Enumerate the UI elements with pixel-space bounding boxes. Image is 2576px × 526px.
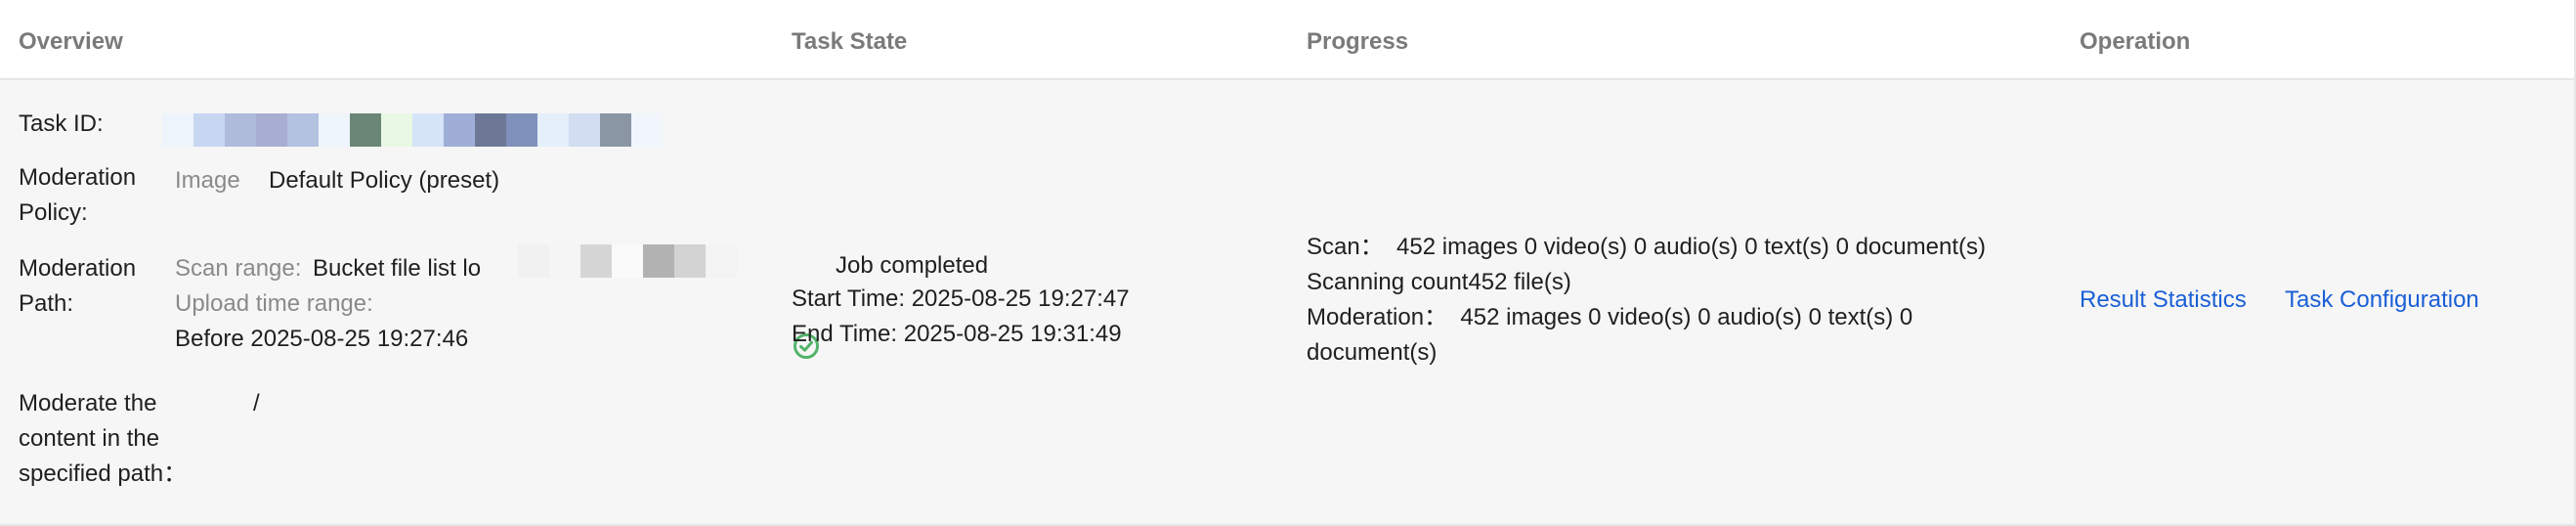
scan-summary: Scan： 452 images 0 video(s) 0 audio(s) 0…: [1307, 234, 1986, 260]
result-statistics-link[interactable]: Result Statistics: [2080, 285, 2247, 315]
task-configuration-link[interactable]: Task Configuration: [2285, 285, 2479, 315]
moderation-policy-label: Moderation: [19, 164, 137, 191]
moderation-policy-label-cont: Policy:: [19, 199, 88, 226]
task-id-redacted: [162, 113, 663, 147]
bucket-name-redacted: [518, 244, 737, 278]
column-header-operation: Operation: [2080, 28, 2191, 55]
start-time: Start Time: 2025-08-25 19:27:47: [792, 285, 1130, 312]
specified-path-label-cont2: specified path：: [19, 460, 188, 487]
upload-time-range-label: Upload time range:: [175, 290, 373, 317]
table-row: Task ID: Moderation Policy: Image Defaul…: [0, 80, 2574, 524]
column-header-progress: Progress: [1307, 28, 1409, 55]
scan-range-value: Bucket file list lo: [313, 255, 482, 282]
moderation-summary: Moderation： 452 images 0 video(s) 0 audi…: [1307, 304, 1913, 330]
table-header: Overview Task State Progress Operation: [0, 0, 2574, 80]
specified-path-label-cont: content in the: [19, 425, 160, 452]
policy-name: Default Policy (preset): [269, 167, 500, 194]
scanning-count: Scanning count452 file(s): [1307, 269, 1571, 295]
task-table: Overview Task State Progress Operation T…: [0, 0, 2576, 526]
moderation-summary-cont: document(s): [1307, 339, 1438, 366]
policy-type: Image: [175, 167, 240, 194]
moderation-path-label: Moderation: [19, 255, 137, 282]
scan-range-label: Scan range:: [175, 255, 302, 282]
column-header-task-state: Task State: [792, 28, 908, 55]
upload-time-range-value: Before 2025-08-25 19:27:46: [175, 326, 469, 352]
moderation-path-label-cont: Path:: [19, 290, 74, 317]
specified-path-label: Moderate the: [19, 390, 157, 416]
specified-path-value: /: [253, 390, 260, 416]
task-id-label: Task ID:: [19, 110, 104, 137]
end-time: End Time: 2025-08-25 19:31:49: [792, 321, 1122, 347]
job-status: Job completed: [836, 252, 989, 279]
column-header-overview: Overview: [19, 28, 123, 55]
